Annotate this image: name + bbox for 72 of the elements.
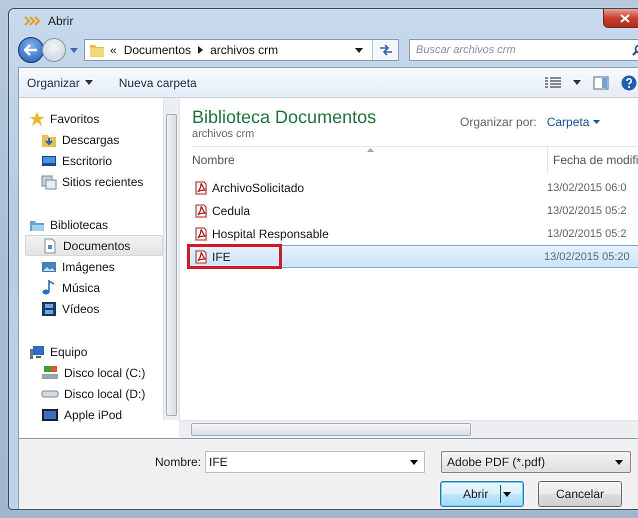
sidebar-item[interactable]: Vídeos [25,298,163,319]
preview-pane-icon[interactable] [593,76,609,90]
close-icon [620,14,630,22]
window-title: Abrir [48,14,74,28]
back-button[interactable] [18,37,44,63]
column-header[interactable]: Nombre [192,147,547,173]
file-row[interactable]: ArchivoSolicitado 13/02/2015 06:0 [189,176,638,199]
sidebar-item[interactable]: Disco local (C:) [25,362,163,383]
music-note-icon [41,280,57,296]
close-button[interactable] [603,9,638,28]
drive-icon [41,390,59,398]
folder-icon [89,42,105,58]
sidebar-item[interactable]: Documentos [25,235,163,256]
caret-icon [615,460,624,464]
sidebar-group[interactable]: Bibliotecas [25,214,163,235]
sidebar-item[interactable]: Escritorio [25,150,163,171]
file-row[interactable]: Hospital Responsable 13/02/2015 05:2 [189,222,638,245]
sidebar-item[interactable]: Apple iPod [25,404,163,425]
caret-icon [593,120,600,124]
library-title: Biblioteca Documentos [192,106,378,128]
caret-icon [503,492,512,496]
caret-icon [84,80,93,85]
document-icon [42,238,58,254]
arrows-icon [24,16,42,26]
refresh-icon [378,44,392,56]
open-button[interactable]: Abrir [440,481,524,507]
pdf-icon [194,226,208,240]
pdf-icon [194,180,208,194]
sidebar-item[interactable]: Imágenes [25,256,163,277]
view-list-icon[interactable] [545,76,561,88]
recent-places-icon [41,174,57,190]
refresh-button[interactable] [372,40,398,60]
file-row[interactable]: Cedula 13/02/2015 05:2 [189,199,638,222]
cancel-button[interactable]: Cancelar [538,481,622,507]
library-subtitle: archivos crm [192,128,256,140]
caret-icon[interactable] [573,80,581,85]
overflow-chevron[interactable]: « [110,43,117,57]
file-row[interactable]: IFE 13/02/2015 05:20 [189,245,638,268]
horizontal-scrollbar[interactable] [179,420,638,438]
filename-label: Nombre: [155,455,202,469]
drive-icon [41,364,59,380]
sidebar-item[interactable]: Descargas [25,129,163,150]
back-arrow-icon [24,44,38,56]
breadcrumb[interactable]: Documentos [124,43,192,57]
computer-icon [29,344,45,360]
pdf-icon [194,204,208,218]
caret-icon [355,48,363,52]
arrange-label: Organizar por: [460,115,537,129]
film-icon [41,300,57,316]
column-header[interactable]: Fecha de modifi [547,147,638,173]
highlight-frame: IFE [187,244,282,269]
sidebar-item[interactable]: Sitios recientes [25,171,163,192]
sort-arrow-icon [367,148,374,152]
sidebar-item[interactable]: Disco local (D:) [25,383,163,404]
pdf-icon [194,250,208,264]
organize-menu[interactable]: Organizar [27,76,93,90]
filename-field[interactable]: IFE [205,451,426,473]
chevron-icon [198,46,204,54]
new-folder-button[interactable]: Nueva carpeta [118,76,197,90]
address-bar[interactable]: « Documentos archivos crm [84,39,399,61]
sidebar-item[interactable]: Música [25,277,163,298]
arrange-dropdown[interactable]: Carpeta [536,115,600,129]
star-icon [29,110,45,126]
sidebar-group[interactable]: Equipo [25,341,163,362]
sidebar-group[interactable]: Favoritos [25,108,163,129]
vertical-scrollbar[interactable] [163,98,179,420]
breadcrumb[interactable]: archivos crm [210,43,278,57]
media-player-icon [41,406,59,422]
caret-icon [410,460,418,464]
help-icon[interactable] [621,74,637,90]
file-type-dropdown[interactable]: Adobe PDF (*.pdf) [441,451,632,473]
caret-icon [70,48,78,52]
